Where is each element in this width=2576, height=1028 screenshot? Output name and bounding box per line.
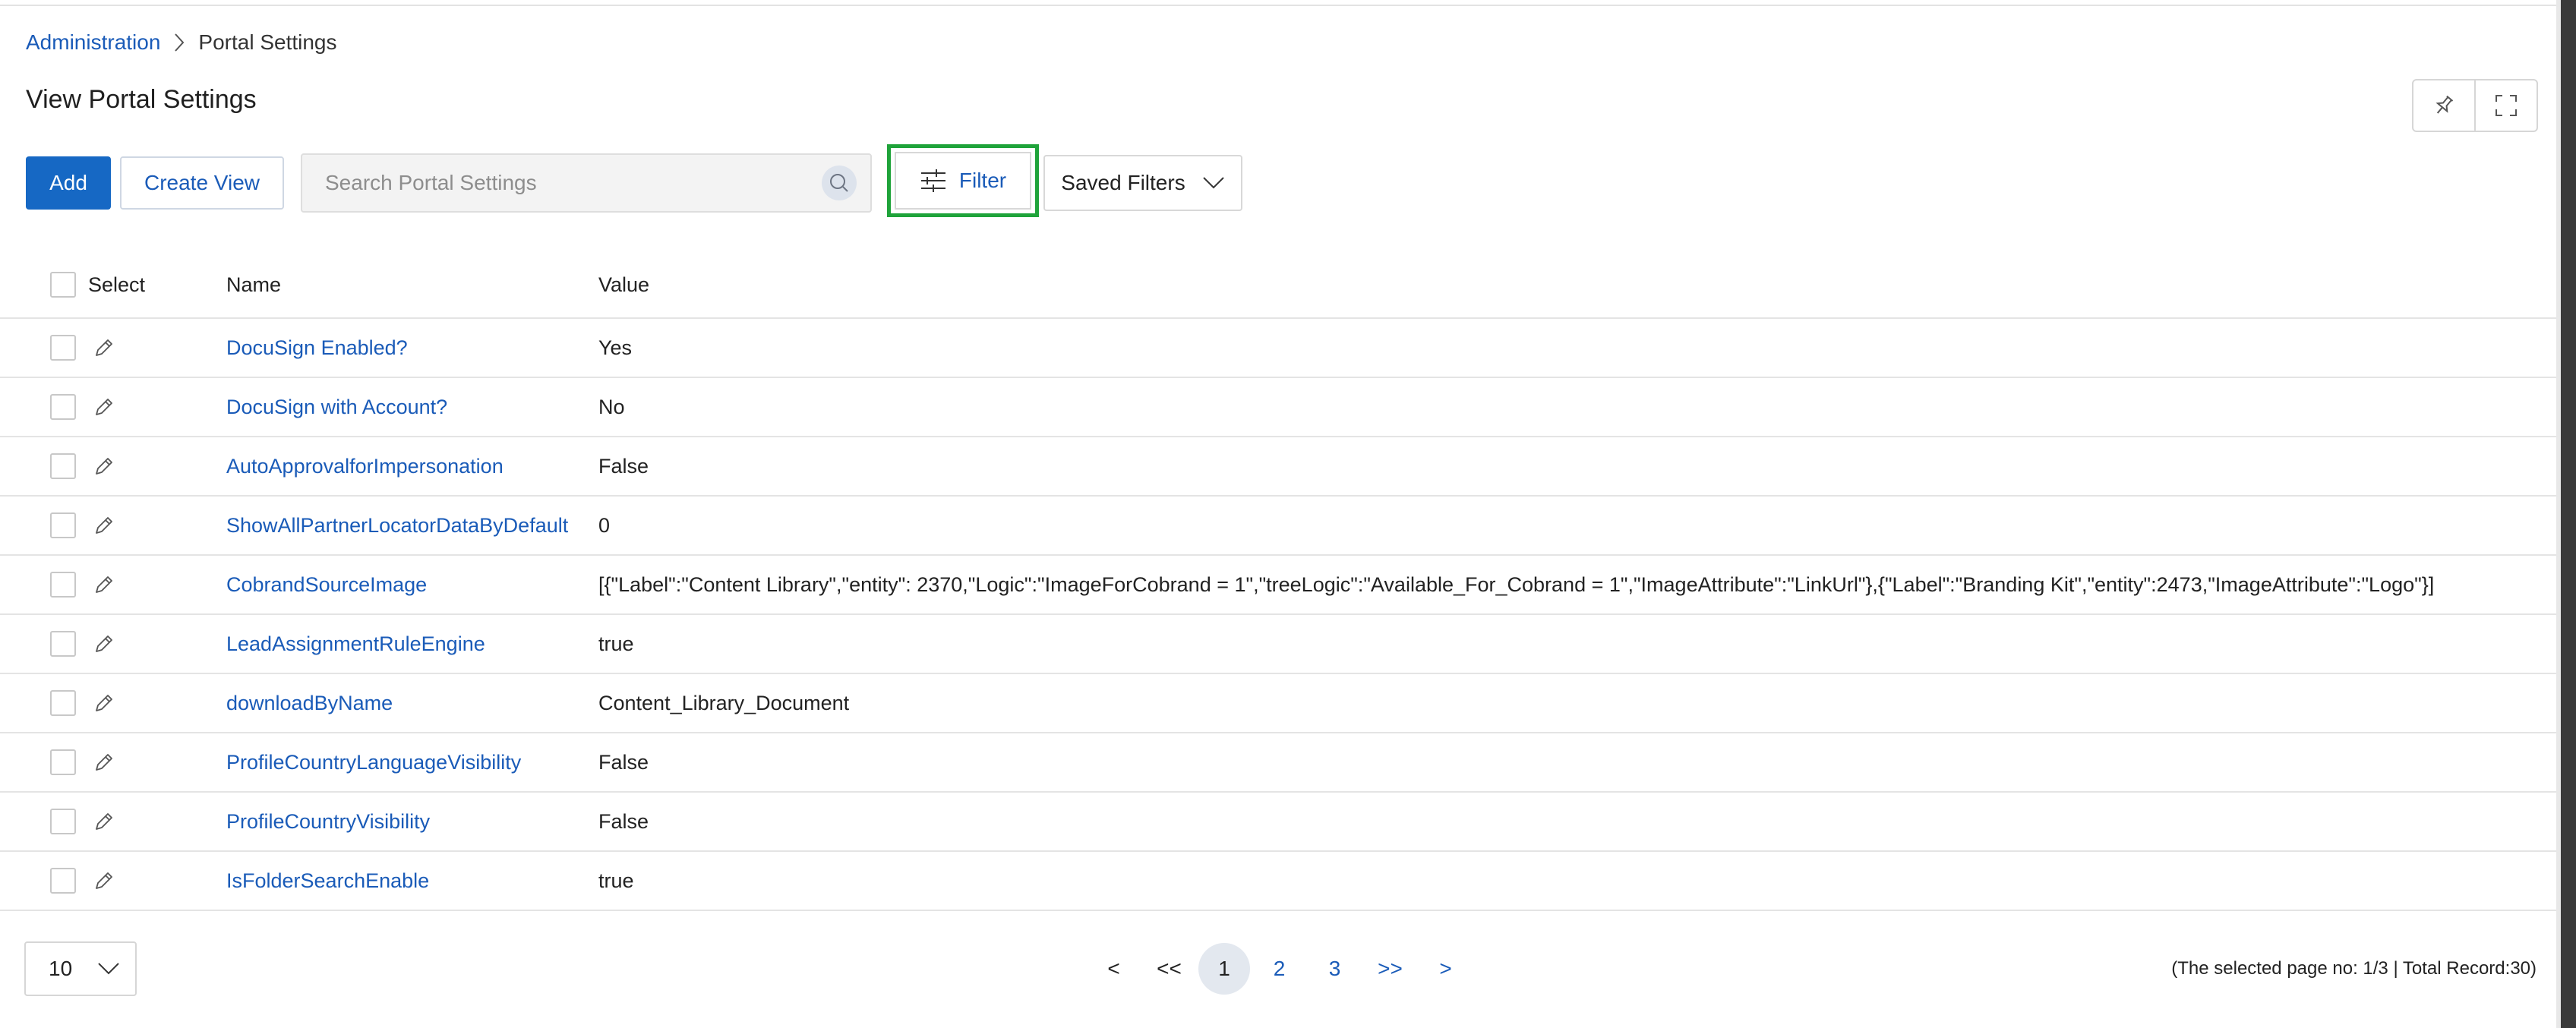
setting-value: False bbox=[598, 809, 649, 833]
page-size-select[interactable]: 10 bbox=[24, 941, 137, 996]
breadcrumb-administration-link[interactable]: Administration bbox=[26, 30, 160, 55]
pencil-icon[interactable] bbox=[93, 514, 115, 537]
page-link-3[interactable]: 3 bbox=[1307, 943, 1362, 995]
setting-value: true bbox=[598, 632, 634, 655]
page-link-2[interactable]: 2 bbox=[1252, 943, 1307, 995]
table-row: LeadAssignmentRuleEngine true bbox=[0, 615, 2556, 674]
row-checkbox[interactable] bbox=[50, 690, 76, 716]
setting-value: true bbox=[598, 869, 634, 892]
table-row: ProfileCountryVisibility False bbox=[0, 793, 2556, 852]
setting-name-link[interactable]: DocuSign Enabled? bbox=[226, 336, 408, 360]
page-info: (The selected page no: 1/3 | Total Recor… bbox=[2171, 958, 2537, 979]
setting-name-link[interactable]: ProfileCountryLanguageVisibility bbox=[226, 751, 521, 774]
setting-value: [{"Label":"Content Library","entity": 23… bbox=[598, 572, 2435, 596]
pencil-icon[interactable] bbox=[93, 455, 115, 478]
breadcrumb-current: Portal Settings bbox=[198, 30, 337, 54]
pencil-icon[interactable] bbox=[93, 751, 115, 774]
setting-value: No bbox=[598, 395, 625, 418]
search-input[interactable] bbox=[302, 154, 822, 212]
window-edge bbox=[2561, 0, 2576, 1028]
row-checkbox[interactable] bbox=[50, 512, 76, 538]
column-header-value[interactable]: Value bbox=[598, 252, 649, 317]
pin-icon bbox=[2431, 93, 2457, 118]
chevron-right-icon bbox=[160, 33, 198, 52]
table-row: AutoApprovalforImpersonation False bbox=[0, 437, 2556, 497]
setting-value: Yes bbox=[598, 336, 633, 359]
filter-sliders-icon bbox=[920, 169, 947, 193]
create-view-button[interactable]: Create View bbox=[120, 156, 284, 210]
column-header-name[interactable]: Name bbox=[226, 252, 281, 317]
row-checkbox[interactable] bbox=[50, 631, 76, 657]
filter-button[interactable]: Filter bbox=[895, 152, 1031, 210]
row-checkbox[interactable] bbox=[50, 335, 76, 361]
fullscreen-button[interactable] bbox=[2474, 80, 2537, 131]
select-all-checkbox[interactable] bbox=[50, 272, 76, 298]
column-header-select: Select bbox=[88, 273, 146, 296]
pencil-icon[interactable] bbox=[93, 632, 115, 655]
setting-name-link[interactable]: AutoApprovalforImpersonation bbox=[226, 455, 504, 478]
table-header: Select Name Value bbox=[0, 252, 2556, 319]
setting-value: Content_Library_Document bbox=[598, 691, 850, 714]
setting-value: 0 bbox=[598, 513, 611, 537]
setting-name-link[interactable]: LeadAssignmentRuleEngine bbox=[226, 632, 485, 656]
search-icon[interactable] bbox=[822, 166, 857, 200]
setting-name-link[interactable]: CobrandSourceImage bbox=[226, 573, 427, 597]
table-row: CobrandSourceImage [{"Label":"Content Lib… bbox=[0, 556, 2556, 615]
setting-value: False bbox=[598, 750, 649, 774]
settings-table: Select Name Value DocuSign Enabled? Yes Do… bbox=[0, 252, 2556, 911]
page-link-1[interactable]: 1 bbox=[1198, 943, 1250, 995]
saved-filters-label: Saved Filters bbox=[1061, 171, 1185, 194]
filter-label: Filter bbox=[958, 169, 1007, 192]
pencil-icon[interactable] bbox=[93, 573, 115, 596]
pencil-icon[interactable] bbox=[93, 810, 115, 833]
first-page-link[interactable]: << bbox=[1141, 943, 1197, 995]
chevron-down-icon bbox=[97, 962, 120, 976]
next-page-link[interactable]: > bbox=[1418, 943, 1473, 995]
pencil-icon[interactable] bbox=[93, 336, 115, 359]
row-checkbox[interactable] bbox=[50, 394, 76, 420]
table-row: ProfileCountryLanguageVisibility False bbox=[0, 733, 2556, 793]
table-row: downloadByName Content_Library_Document bbox=[0, 674, 2556, 733]
page-size-value: 10 bbox=[49, 957, 73, 980]
setting-name-link[interactable]: downloadByName bbox=[226, 692, 393, 715]
row-checkbox[interactable] bbox=[50, 868, 76, 894]
saved-filters-dropdown[interactable]: Saved Filters bbox=[1043, 155, 1242, 211]
add-button[interactable]: Add bbox=[26, 156, 111, 210]
top-divider bbox=[0, 0, 2559, 6]
table-row: IsFolderSearchEnable true bbox=[0, 852, 2556, 911]
setting-name-link[interactable]: IsFolderSearchEnable bbox=[226, 869, 429, 893]
breadcrumb: Administration Portal Settings bbox=[26, 27, 337, 58]
pin-button[interactable] bbox=[2413, 80, 2474, 131]
setting-name-link[interactable]: ProfileCountryVisibility bbox=[226, 810, 430, 834]
table-row: DocuSign with Account? No bbox=[0, 378, 2556, 437]
row-checkbox[interactable] bbox=[50, 453, 76, 479]
setting-name-link[interactable]: ShowAllPartnerLocatorDataByDefault bbox=[226, 514, 568, 538]
setting-value: False bbox=[598, 454, 649, 478]
pencil-icon[interactable] bbox=[93, 692, 115, 714]
pagination: < << 1 2 3 >> > bbox=[1086, 943, 1473, 995]
table-row: DocuSign Enabled? Yes bbox=[0, 319, 2556, 378]
pencil-icon[interactable] bbox=[93, 396, 115, 418]
setting-name-link[interactable]: DocuSign with Account? bbox=[226, 396, 447, 419]
fullscreen-icon bbox=[2493, 93, 2519, 118]
view-actions bbox=[2412, 79, 2538, 132]
search-box bbox=[301, 153, 872, 213]
page-title: View Portal Settings bbox=[26, 85, 257, 114]
row-checkbox[interactable] bbox=[50, 809, 76, 834]
table-row: ShowAllPartnerLocatorDataByDefault 0 bbox=[0, 497, 2556, 556]
row-checkbox[interactable] bbox=[50, 572, 76, 598]
last-page-link[interactable]: >> bbox=[1362, 943, 1418, 995]
pencil-icon[interactable] bbox=[93, 869, 115, 892]
chevron-down-icon bbox=[1202, 176, 1225, 190]
prev-page-link[interactable]: < bbox=[1086, 943, 1141, 995]
row-checkbox[interactable] bbox=[50, 749, 76, 775]
